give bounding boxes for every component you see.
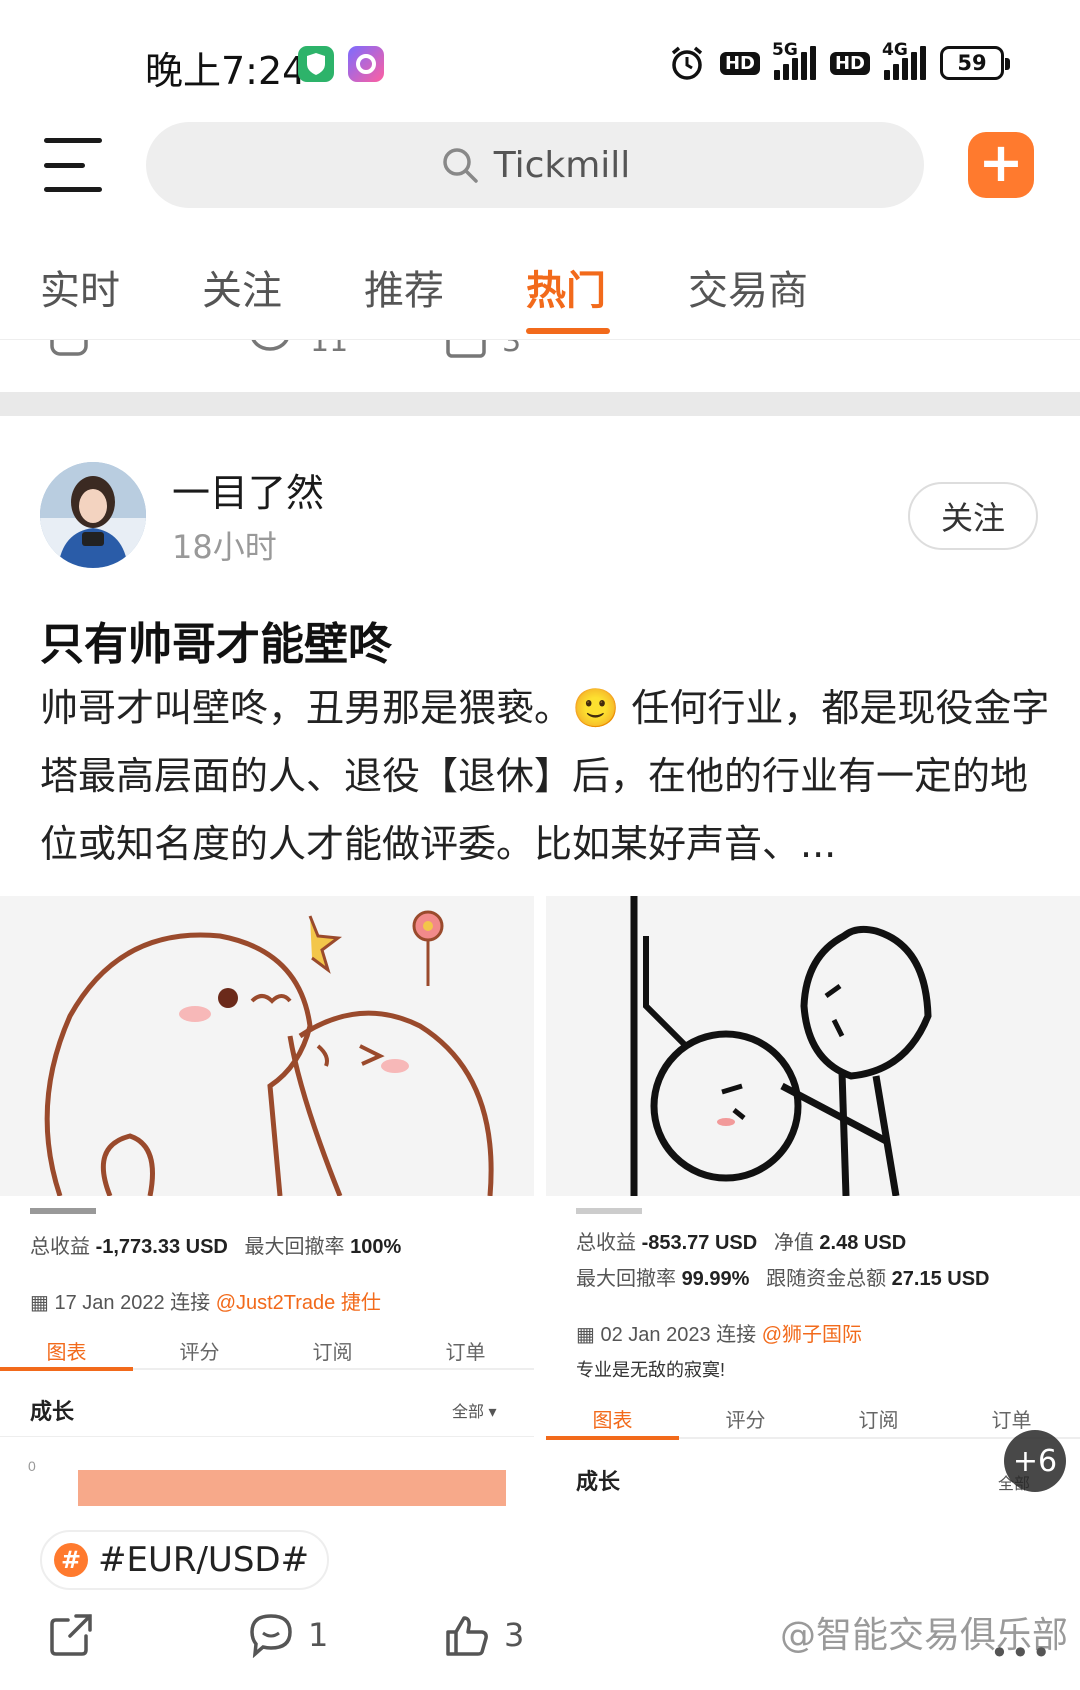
app-notification-icon: [348, 46, 384, 82]
share-icon: [50, 1614, 92, 1656]
prev-like-count: 3: [502, 340, 522, 359]
post-time: 18小时: [172, 528, 277, 566]
search-input[interactable]: Tickmill: [146, 122, 924, 208]
alarm-icon: [671, 46, 703, 80]
status-indicators: HD 5G HD 4G 59: [668, 40, 1010, 82]
search-placeholder: Tickmill: [493, 144, 631, 186]
hd-badge: HD: [719, 51, 760, 75]
calendar-icon: ▦: [30, 1292, 49, 1314]
shot-motto: 专业是无敌的寂寞!: [576, 1360, 726, 1380]
comment-icon[interactable]: [248, 340, 292, 360]
comment-count: 1: [308, 1616, 329, 1654]
follow-button[interactable]: 关注: [908, 482, 1038, 550]
connect-line: ▦ 17 Jan 2022 连接 @Just2Trade 捷仕: [30, 1292, 381, 1314]
signal-5g-icon: 5G: [772, 40, 816, 80]
tab-realtime[interactable]: 实时: [40, 258, 120, 316]
previous-post-actions: 11 3: [0, 340, 1080, 390]
like-count: 3: [504, 1616, 525, 1654]
post-divider: [0, 392, 1080, 416]
more-images-badge[interactable]: +6: [1004, 1430, 1066, 1492]
menu-icon[interactable]: [44, 138, 102, 192]
tab-following[interactable]: 关注: [202, 258, 282, 316]
like-icon[interactable]: [444, 340, 488, 360]
post-body[interactable]: 帅哥才叫壁咚，丑男那是猥亵。🙂 任何行业，都是现役金字塔最高层面的人、退役【退休…: [40, 674, 1050, 878]
add-post-button[interactable]: +: [968, 132, 1034, 198]
drawdown-line-2: 最大回撤率 99.99% 跟随资金总额 27.15 USD: [576, 1268, 990, 1290]
topic-tag[interactable]: # #EUR/USD#: [40, 1530, 330, 1590]
topic-tag-label: #EUR/USD#: [98, 1540, 310, 1580]
share-icon[interactable]: [48, 340, 90, 358]
post-image-grid: 总收益 -1,773.33 USD 最大回撤率 100% ▦ 17 Jan 20…: [0, 896, 1080, 1506]
top-bar: Tickmill +: [0, 120, 1080, 212]
shield-app-icon: [298, 46, 334, 82]
post-image-4[interactable]: 总收益 -853.77 USD 净值 2.48 USD 最大回撤率 99.99%…: [546, 1208, 1080, 1506]
share-button[interactable]: [48, 1612, 94, 1658]
avatar[interactable]: [40, 462, 146, 568]
search-icon: [442, 148, 478, 183]
shot-section-2: 成长: [576, 1469, 621, 1494]
comment-icon: [250, 1614, 292, 1658]
active-tab-indicator: [526, 328, 610, 334]
connect-line-2: ▦ 02 Jan 2023 连接 @狮子国际: [576, 1324, 862, 1346]
more-options-icon[interactable]: •••: [990, 1634, 1053, 1672]
post-title[interactable]: 只有帅哥才能壁咚: [40, 608, 392, 672]
shot-filter: 全部 ▾: [452, 1404, 497, 1421]
shot-section: 成长: [30, 1399, 75, 1424]
tab-recommended[interactable]: 推荐: [364, 258, 444, 316]
post-image-1[interactable]: [0, 896, 534, 1196]
growth-bar: [78, 1470, 506, 1506]
hd-badge-2: HD: [829, 51, 870, 75]
post-actions: 1 3 @智能交易俱乐部 •••: [0, 1612, 1080, 1690]
battery-icon: 59: [940, 46, 1010, 80]
calendar-icon: ▦: [576, 1324, 595, 1346]
shot-tabs: 图表 评分 订阅 订单: [46, 1342, 486, 1364]
post-image-2[interactable]: [546, 896, 1080, 1196]
hashtag-icon: #: [54, 1543, 88, 1577]
post-image-3[interactable]: 总收益 -1,773.33 USD 最大回撤率 100% ▦ 17 Jan 20…: [0, 1208, 534, 1506]
status-time: 晚上7:24: [145, 49, 307, 93]
shot-axis-zero: 0: [28, 1458, 36, 1474]
tab-hot[interactable]: 热门: [526, 258, 606, 316]
comment-button[interactable]: 1: [248, 1612, 328, 1658]
shot-tabs-2: 图表 评分 订阅 订单: [592, 1410, 1032, 1432]
thumbs-up-icon: [446, 1616, 488, 1656]
tab-brokers[interactable]: 交易商: [688, 258, 808, 316]
signal-4g-icon: 4G: [882, 40, 926, 80]
prev-comment-count: 11: [310, 340, 349, 359]
profit-line-2: 总收益 -853.77 USD 净值 2.48 USD: [576, 1232, 907, 1254]
status-bar: 晚上7:24 HD 5G HD 4G 59: [0, 0, 1080, 120]
feed-tabs: 实时 关注 推荐 热门 交易商: [0, 250, 1080, 340]
profit-line: 总收益 -1,773.33 USD 最大回撤率 100%: [30, 1236, 402, 1258]
like-button[interactable]: 3: [444, 1612, 524, 1658]
author-name[interactable]: 一目了然: [172, 462, 324, 517]
